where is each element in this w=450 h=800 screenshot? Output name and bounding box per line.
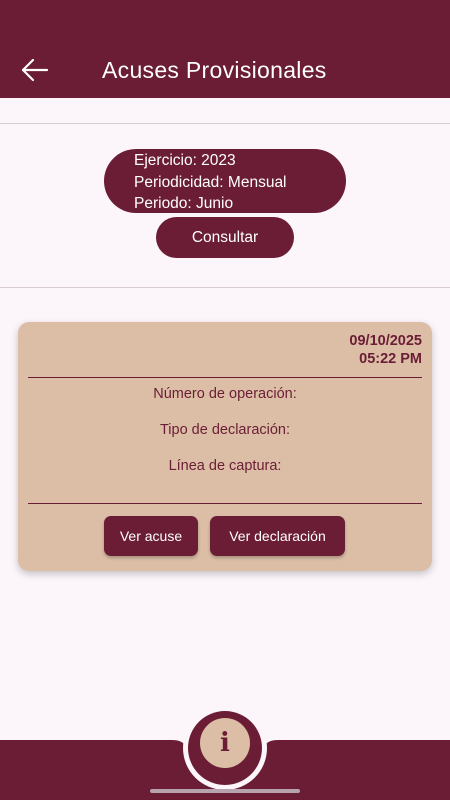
periodo-label: Periodo: Junio [134,195,234,212]
card-bottom-rule [28,503,422,504]
numero-operacion-label: Número de operación: [153,386,297,402]
acuse-date: 09/10/2025 [349,333,422,349]
consultar-button[interactable]: Consultar [156,217,294,258]
query-summary[interactable]: Ejercicio: 2023 Periodicidad: Mensual Pe… [104,149,346,213]
info-icon[interactable]: i [200,718,250,768]
arrow-left-icon[interactable] [20,55,50,85]
tipo-declaracion-label: Tipo de declaración: [159,422,291,438]
top-divider [0,123,450,124]
acuse-datetime: 09/10/2025 05:22 PM [349,332,422,368]
section-divider [0,287,450,288]
page-title: Acuses Provisionales [102,57,327,83]
card-top-rule [28,377,422,378]
ejercicio-label: Ejercicio: 2023 [134,152,236,169]
ver-acuse-button[interactable]: Ver acuse [104,516,198,556]
acuse-time: 05:22 PM [359,351,422,367]
periodicidad-label: Periodicidad: Mensual [134,173,287,191]
app-header: Acuses Provisionales [0,0,450,98]
home-indicator[interactable] [150,789,300,793]
linea-captura-label: Línea de captura: [168,458,282,474]
acuse-card: 09/10/2025 05:22 PM Número de operación:… [18,322,432,571]
ver-declaracion-button[interactable]: Ver declaración [210,516,345,556]
